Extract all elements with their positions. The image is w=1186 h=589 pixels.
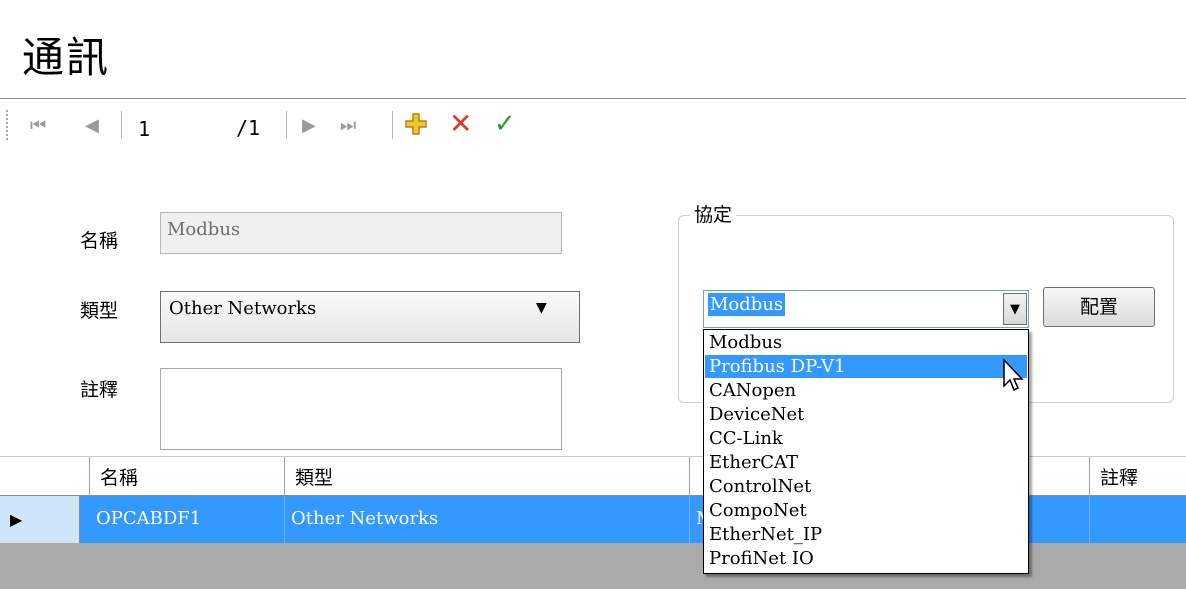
note-field[interactable]	[160, 368, 562, 450]
chevron-down-icon[interactable]: ▼	[536, 300, 547, 316]
cell-type[interactable]: Other Networks	[285, 496, 690, 543]
row-header-corner	[0, 457, 90, 495]
dropdown-option[interactable]: ControlNet	[705, 475, 1027, 498]
page-title: 通訊	[22, 33, 111, 82]
dropdown-option[interactable]: Modbus	[705, 331, 1027, 354]
dropdown-option[interactable]: Profibus DP-V1	[705, 355, 1027, 378]
dropdown-option[interactable]: DeviceNet	[705, 403, 1027, 426]
dropdown-option[interactable]: CANopen	[705, 379, 1027, 402]
dropdown-option[interactable]: EtherCAT	[705, 451, 1027, 474]
cell-note[interactable]	[1090, 496, 1186, 543]
toolbar-separator	[286, 111, 287, 139]
column-header-type[interactable]: 類型	[285, 457, 690, 495]
dropdown-option[interactable]: CC-Link	[705, 427, 1027, 450]
delete-icon[interactable]: ✕	[449, 110, 472, 138]
plus-icon[interactable]	[404, 112, 428, 136]
type-select[interactable]: Other Networks	[160, 291, 580, 343]
record-total: /1	[236, 116, 261, 140]
next-record-icon[interactable]: ▶	[302, 116, 316, 136]
protocol-group-label: 協定	[690, 200, 737, 227]
name-label: 名稱	[80, 230, 119, 252]
note-label: 註釋	[80, 379, 119, 401]
dropdown-option[interactable]: CompoNet	[705, 499, 1027, 522]
first-record-icon[interactable]: ⏮	[30, 116, 46, 136]
current-row-icon: ▶	[10, 510, 23, 529]
chevron-down-icon[interactable]: ▼	[1003, 293, 1027, 325]
last-record-icon[interactable]: ⏭	[340, 116, 356, 136]
protocol-selected-value[interactable]: Modbus	[708, 293, 786, 316]
column-header-note[interactable]: 註釋	[1090, 457, 1186, 495]
column-header-name[interactable]: 名稱	[90, 457, 285, 495]
name-field[interactable]: Modbus	[160, 212, 562, 254]
dropdown-option[interactable]: ProfiNet IO	[705, 547, 1027, 570]
toolbar-separator	[121, 111, 122, 139]
type-label: 類型	[80, 300, 119, 322]
title-divider	[0, 98, 1186, 99]
protocol-dropdown-list[interactable]: Modbus Profibus DP-V1 CANopen DeviceNet …	[703, 329, 1029, 574]
cell-name[interactable]: OPCABDF1	[90, 496, 285, 543]
toolbar-separator	[392, 111, 393, 139]
mouse-pointer-icon	[1003, 358, 1024, 392]
previous-record-icon[interactable]: ◀	[85, 116, 99, 136]
record-position-input[interactable]	[130, 110, 228, 148]
configure-button[interactable]: 配置	[1043, 287, 1155, 327]
accept-icon[interactable]: ✓	[494, 110, 516, 138]
toolbar-grip[interactable]	[6, 110, 8, 142]
dropdown-option[interactable]: EtherNet_IP	[705, 523, 1027, 546]
